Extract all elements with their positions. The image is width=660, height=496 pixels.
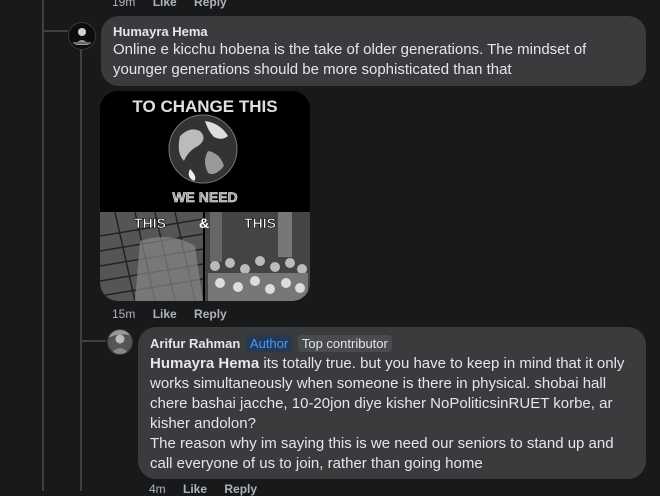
reply-bubble: Arifur Rahman Author Top contributor Hum… [138, 327, 646, 479]
timestamp: 4m [149, 482, 166, 496]
meme-amp-text: & [199, 215, 209, 231]
meme-mid-text: WE NEED [172, 189, 237, 205]
like-button[interactable]: Like [183, 482, 207, 496]
like-button[interactable]: Like [153, 307, 177, 321]
meme-right-text: THIS [244, 215, 276, 231]
comment-image[interactable]: TO CHANGE THIS WE NEED THIS & THIS [100, 91, 310, 301]
reply-avatar[interactable] [107, 329, 133, 355]
top-contributor-badge: Top contributor [297, 335, 392, 352]
previous-comment-actions: 19m Like Reply [112, 0, 241, 9]
avatar-image [69, 23, 95, 49]
mention-link[interactable]: Humayra Hema [150, 355, 259, 372]
author-badge: Author [245, 335, 293, 352]
comment-actions: 15m Like Reply [112, 307, 241, 321]
timestamp: 19m [112, 0, 136, 9]
reply-text: Humayra Hema its totally true. but you h… [150, 354, 634, 434]
meme-image: TO CHANGE THIS WE NEED THIS & THIS [100, 91, 310, 301]
thread-line-reply [80, 46, 82, 491]
comment-text: Online e kicchu hobena is the take of ol… [113, 41, 587, 78]
reply-avatar-image [108, 330, 132, 354]
comment-bubble: Humayra Hema Online e kicchu hobena is t… [101, 16, 646, 86]
meme-left-text: THIS [134, 215, 166, 231]
like-button[interactable]: Like [153, 0, 177, 9]
reply-header: Arifur Rahman Author Top contributor [150, 335, 634, 352]
reply-author[interactable]: Arifur Rahman [150, 336, 240, 351]
timestamp: 15m [112, 307, 136, 321]
meme-top-text: TO CHANGE THIS [132, 97, 277, 116]
reply-button[interactable]: Reply [194, 307, 227, 321]
thread-line-outer [42, 0, 44, 491]
comment-author[interactable]: Humayra Hema [113, 24, 634, 39]
thread-line-reply-connector [80, 340, 106, 342]
avatar[interactable] [68, 22, 96, 50]
reply-button[interactable]: Reply [194, 0, 227, 9]
reply-button[interactable]: Reply [224, 482, 257, 496]
reply-actions: 4m Like Reply [149, 482, 271, 496]
thread-line-connector [42, 30, 68, 32]
reply-text-part2: The reason why im saying this is we need… [150, 435, 614, 472]
